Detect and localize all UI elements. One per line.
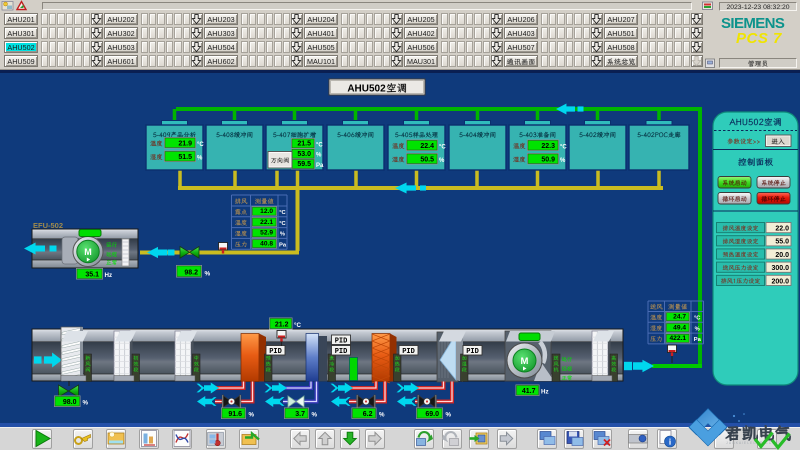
svg-text:Pa: Pa (694, 337, 702, 343)
svg-text:21.2: 21.2 (275, 321, 289, 328)
svg-text:53.0: 53.0 (297, 151, 311, 158)
svg-text:20.0: 20.0 (775, 252, 789, 259)
svg-text:J U N K A I E L E C T R I C: J U N K A I E L E C T R I C C O (726, 441, 775, 445)
svg-text:%: % (695, 326, 700, 332)
svg-text:%: % (560, 158, 566, 164)
svg-text:M: M (521, 356, 529, 367)
svg-text:55.0: 55.0 (775, 239, 789, 246)
svg-text:%: % (312, 412, 318, 419)
svg-text:%: % (197, 156, 203, 162)
svg-text:98.0: 98.0 (63, 399, 77, 406)
svg-text:6.2: 6.2 (363, 411, 373, 418)
svg-text:PID: PID (335, 348, 348, 356)
svg-text:°C: °C (279, 210, 286, 216)
svg-text:%: % (439, 158, 445, 164)
svg-text:300.0: 300.0 (771, 265, 789, 272)
svg-text:Pa: Pa (316, 163, 324, 169)
svg-text:21.5: 21.5 (297, 141, 311, 148)
svg-text:49.4: 49.4 (673, 324, 686, 331)
svg-text:PID: PID (269, 348, 282, 356)
svg-text:%: % (205, 271, 211, 278)
svg-text:59.5: 59.5 (297, 161, 311, 168)
svg-text:12.0: 12.0 (260, 208, 273, 215)
svg-text:98.2: 98.2 (184, 269, 198, 276)
svg-text:AHU502: AHU502 (347, 84, 386, 95)
svg-text:422.1: 422.1 (669, 335, 686, 342)
svg-text:PID: PID (335, 338, 348, 346)
svg-text:°C: °C (439, 145, 446, 151)
svg-text:50.9: 50.9 (541, 156, 555, 163)
svg-text:52.9: 52.9 (260, 230, 273, 237)
svg-text:3.7: 3.7 (295, 411, 305, 418)
svg-text:°C: °C (197, 142, 204, 148)
svg-text:91.6: 91.6 (228, 411, 242, 418)
svg-text:°C: °C (294, 322, 301, 329)
svg-text:50.5: 50.5 (420, 156, 434, 163)
svg-text:%: % (83, 400, 89, 407)
svg-text:%: % (316, 153, 322, 159)
svg-text:°C: °C (316, 142, 323, 148)
svg-text:22.3: 22.3 (541, 143, 555, 150)
svg-text:%: % (446, 412, 452, 419)
svg-text:PID: PID (466, 348, 479, 356)
svg-text:22.0: 22.0 (775, 226, 789, 233)
svg-text:35.1: 35.1 (85, 271, 99, 278)
svg-text:22.4: 22.4 (420, 143, 434, 150)
svg-text:200.0: 200.0 (771, 278, 789, 285)
svg-text:41.7: 41.7 (522, 388, 536, 395)
svg-text:Pa: Pa (279, 242, 287, 248)
svg-text:°C: °C (560, 145, 567, 151)
svg-text:M: M (84, 247, 92, 257)
svg-text:°C: °C (279, 221, 286, 227)
svg-text:%: % (379, 412, 385, 419)
svg-text:%: % (249, 412, 255, 419)
svg-text:40.8: 40.8 (260, 240, 273, 247)
svg-text:21.9: 21.9 (178, 140, 192, 147)
svg-text:%: % (280, 232, 285, 238)
svg-text:Hz: Hz (105, 272, 113, 279)
svg-text:22.1: 22.1 (260, 219, 273, 226)
svg-text:69.0: 69.0 (425, 411, 439, 418)
svg-text:Hz: Hz (541, 389, 549, 396)
svg-text:PID: PID (402, 348, 415, 356)
svg-text:°C: °C (694, 316, 701, 322)
svg-text:51.5: 51.5 (178, 154, 192, 161)
svg-text:24.7: 24.7 (673, 314, 686, 321)
